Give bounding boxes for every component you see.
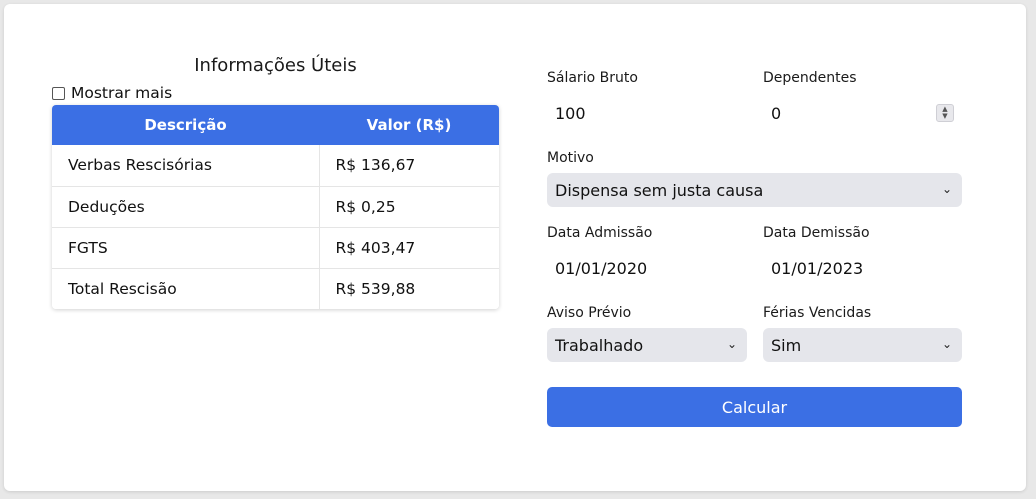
cell-valor: R$ 136,67 bbox=[319, 145, 499, 187]
calcular-button[interactable]: Calcular bbox=[547, 387, 962, 427]
salario-input[interactable]: 100 bbox=[547, 96, 747, 130]
show-more-label: Mostrar mais bbox=[71, 84, 173, 102]
chevron-down-icon: ⌄ bbox=[941, 337, 952, 351]
aviso-select[interactable]: Trabalhado ⌄ bbox=[547, 328, 747, 362]
table-row: Verbas Rescisórias R$ 136,67 bbox=[52, 145, 499, 187]
table-row: Deduções R$ 0,25 bbox=[52, 186, 499, 228]
table-header-row: Descrição Valor (R$) bbox=[52, 105, 499, 145]
dependentes-label: Dependentes bbox=[763, 70, 857, 86]
aviso-select-value: Trabalhado bbox=[555, 335, 644, 355]
motivo-select-value: Dispensa sem justa causa bbox=[555, 180, 764, 200]
cell-valor: R$ 539,88 bbox=[319, 268, 499, 309]
cell-descricao: Deduções bbox=[52, 186, 320, 228]
aviso-label: Aviso Prévio bbox=[547, 305, 632, 321]
ferias-label: Férias Vencidas bbox=[763, 305, 872, 321]
show-more-checkbox[interactable] bbox=[52, 86, 65, 100]
cell-valor: R$ 403,47 bbox=[319, 227, 499, 269]
demissao-label: Data Demissão bbox=[763, 225, 870, 241]
admissao-date-input[interactable]: 01/01/2020 bbox=[547, 251, 747, 285]
chevron-down-icon: ⌄ bbox=[726, 337, 737, 351]
cell-descricao: Total Rescisão bbox=[52, 268, 320, 309]
motivo-select[interactable]: Dispensa sem justa causa ⌄ bbox=[547, 173, 962, 207]
ferias-select-value: Sim bbox=[771, 335, 802, 355]
cell-descricao: Verbas Rescisórias bbox=[52, 145, 320, 187]
table-row: Total Rescisão R$ 539,88 bbox=[52, 268, 499, 309]
cell-valor: R$ 0,25 bbox=[319, 186, 499, 228]
demissao-date-input[interactable]: 01/01/2023 bbox=[763, 251, 963, 285]
admissao-label: Data Admissão bbox=[547, 225, 653, 241]
info-title: Informações Úteis bbox=[194, 55, 357, 76]
dependentes-input[interactable]: 0 bbox=[763, 96, 933, 130]
info-table: Descrição Valor (R$) Verbas Rescisórias … bbox=[52, 105, 499, 309]
column-header-valor: Valor (R$) bbox=[319, 105, 499, 145]
ferias-select[interactable]: Sim ⌄ bbox=[763, 328, 962, 362]
dependentes-stepper[interactable]: ▲ ▼ bbox=[936, 104, 954, 122]
salario-label: Sálario Bruto bbox=[547, 70, 638, 86]
show-more-toggle[interactable]: Mostrar mais bbox=[52, 84, 172, 102]
column-header-descricao: Descrição bbox=[52, 105, 319, 145]
table-row: FGTS R$ 403,47 bbox=[52, 227, 499, 269]
chevron-down-icon[interactable]: ▼ bbox=[942, 113, 947, 120]
motivo-label: Motivo bbox=[547, 150, 594, 166]
chevron-down-icon: ⌄ bbox=[941, 182, 952, 196]
cell-descricao: FGTS bbox=[52, 227, 320, 269]
